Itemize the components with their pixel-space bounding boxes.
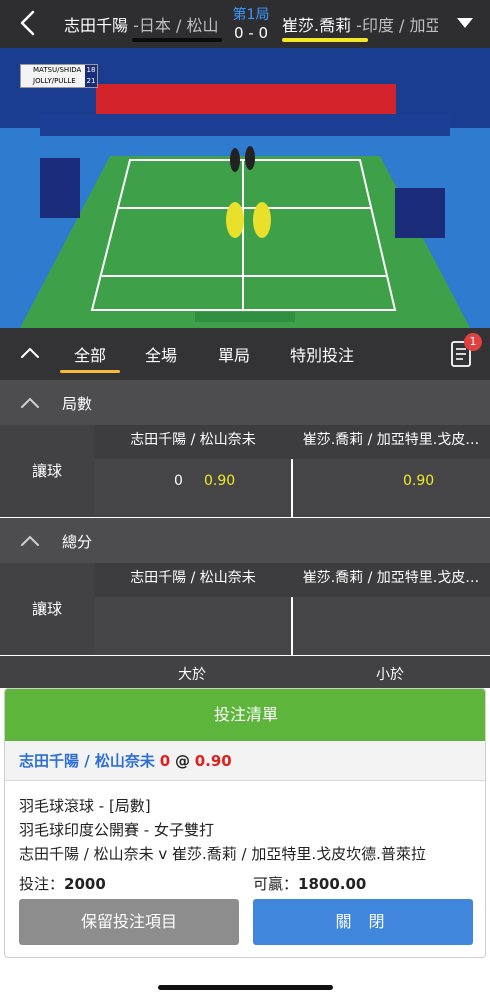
win-value: 1800.00	[298, 875, 367, 893]
games-away-odds-cell[interactable]: 0.90	[293, 459, 490, 517]
close-button[interactable]: 關 閉	[253, 899, 473, 945]
back-arrow-icon[interactable]	[14, 8, 44, 38]
home-country: -日本 / 松山	[128, 16, 219, 35]
odds-value: 0.90	[204, 473, 236, 489]
mini-team: JOLLY/PULLE	[33, 77, 76, 85]
games-handicap-label: 讓球	[0, 425, 94, 517]
chevron-up-icon	[21, 397, 39, 408]
home-color-bar	[132, 38, 222, 42]
mini-team: MATSU/SHIDA	[33, 66, 82, 74]
bet-count-badge: 1	[464, 333, 482, 351]
home-player: 志田千陽	[64, 16, 129, 35]
away-player: 崔莎.喬莉	[282, 16, 352, 35]
mini-score-row: JOLLY/PULLE 21	[21, 76, 97, 87]
match-score: 0 - 0	[233, 24, 269, 42]
home-indicator[interactable]	[158, 985, 333, 990]
bet-slip-title: 投注清單	[5, 689, 485, 741]
win-info: 可贏：1800.00	[253, 873, 366, 894]
mini-points: 18	[85, 65, 97, 76]
win-label: 可贏：	[253, 875, 299, 893]
market-tabs: 全部 全場 單局 特別投注	[0, 328, 490, 380]
keep-selections-button[interactable]: 保留投注項目	[19, 899, 239, 945]
over-label: 大於	[178, 667, 206, 683]
away-color-bar	[282, 38, 368, 42]
bet-league: 羽毛球印度公開賽 - 女子雙打	[19, 821, 214, 839]
total-away-header: 崔莎.喬莉 / 加亞特里.戈皮…	[292, 563, 490, 597]
over-under-row	[0, 656, 490, 688]
bet-market: 羽毛球滾球 - [局數]	[19, 797, 151, 815]
total-market-title: 總分	[62, 533, 93, 551]
games-market-title: 局數	[62, 395, 93, 413]
games-away-header: 崔莎.喬莉 / 加亞特里.戈皮…	[292, 425, 490, 459]
tab-all[interactable]: 全部	[74, 342, 106, 366]
home-team-name: 志田千陽 -日本 / 松山	[64, 12, 222, 36]
games-home-odds-cell[interactable]: 0 0.90	[94, 459, 291, 517]
games-market-header[interactable]: 局數	[0, 380, 490, 425]
mini-points: 21	[85, 76, 97, 87]
away-country: -印度 / 加亞	[351, 16, 438, 35]
round-label: 第1局	[232, 7, 270, 23]
handicap-line: 0	[174, 473, 183, 489]
under-label: 小於	[376, 667, 404, 683]
total-home-header: 志田千陽 / 松山奈未	[94, 563, 292, 597]
court-scene	[0, 48, 490, 328]
total-handicap-label: 讓球	[0, 563, 94, 655]
mini-score-row: MATSU/SHIDA 18	[21, 65, 97, 76]
active-tab-indicator	[60, 370, 120, 373]
chevron-up-icon[interactable]	[20, 346, 40, 360]
stake-info: 投注：2000	[19, 873, 106, 894]
bet-slip: 投注清單 志田千陽 / 松山奈未 0 @ 0.90 羽毛球滾球 - [局數] 羽…	[4, 688, 486, 958]
total-home-odds-cell[interactable]	[94, 597, 291, 655]
dropdown-triangle-icon[interactable]	[455, 16, 475, 30]
mini-scoreboard: MATSU/SHIDA 18 JOLLY/PULLE 21	[20, 64, 98, 88]
tab-single-game[interactable]: 單局	[218, 342, 250, 366]
selection-odds: 0.90	[194, 752, 232, 770]
away-team-name: 崔莎.喬莉 -印度 / 加亞	[282, 12, 438, 36]
stake-label: 投注：	[19, 875, 65, 893]
odds-value: 0.90	[403, 473, 435, 489]
games-home-header: 志田千陽 / 松山奈未	[94, 425, 292, 459]
live-video[interactable]: MATSU/SHIDA 18 JOLLY/PULLE 21	[0, 48, 490, 328]
bet-matchup: 志田千陽 / 松山奈未 v 崔莎.喬莉 / 加亞特里.戈皮坎德.普萊拉	[19, 845, 426, 863]
selection-at: @	[174, 752, 190, 770]
stake-value: 2000	[64, 875, 106, 893]
total-market-header[interactable]: 總分	[0, 518, 490, 563]
match-header: 志田千陽 -日本 / 松山 第1局 0 - 0 崔莎.喬莉 -印度 / 加亞	[0, 0, 490, 48]
total-away-odds-cell[interactable]	[293, 597, 490, 655]
tab-full-match[interactable]: 全場	[145, 342, 177, 366]
chevron-up-icon	[21, 535, 39, 546]
tab-special-bets[interactable]: 特別投注	[290, 342, 354, 366]
selection-team: 志田千陽 / 松山奈未	[19, 752, 155, 770]
bet-selection: 志田千陽 / 松山奈未 0 @ 0.90	[5, 741, 485, 781]
selection-line: 0	[159, 752, 171, 770]
